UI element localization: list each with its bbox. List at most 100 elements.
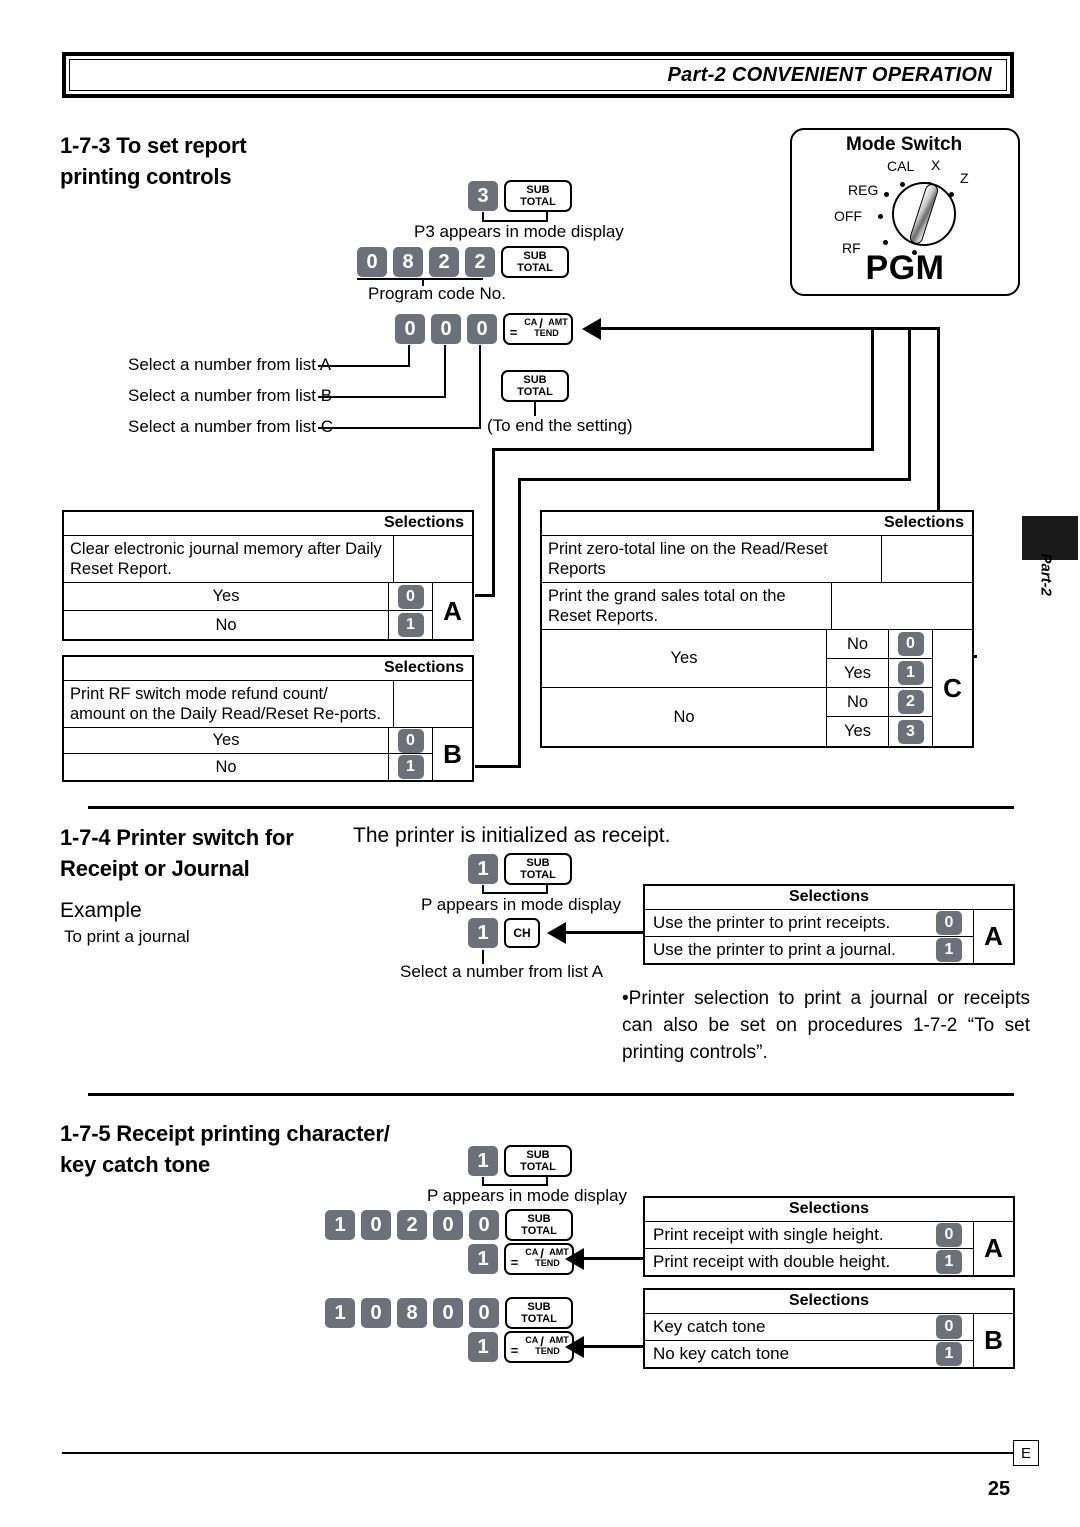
key-digit[interactable]: 1	[468, 1332, 498, 1362]
table-c-spacer	[832, 583, 972, 630]
key-digit: 0	[397, 584, 424, 609]
step-175-2-keys: 1 0 2 0 0 SUB TOTAL	[325, 1209, 573, 1241]
key-digit[interactable]: 1	[468, 854, 498, 884]
key-subtotal[interactable]: SUB TOTAL	[504, 853, 572, 885]
key-digit[interactable]: 0	[469, 1210, 499, 1240]
key-digit[interactable]: 0	[395, 314, 425, 344]
table-row: Use the printer to print a journal. 1	[645, 937, 973, 963]
table-row: Yes 0	[64, 583, 432, 611]
table-c-value-cell: 0	[888, 630, 932, 659]
key-ch[interactable]: CH	[504, 918, 540, 948]
selections-table-174-a: Selections Use the printer to print rece…	[643, 884, 1015, 965]
section-174-heading: 1-7-4 Printer switch for Receipt or Jour…	[60, 825, 294, 881]
mode-dot-off	[878, 214, 883, 219]
key-digit[interactable]: 0	[469, 1298, 499, 1328]
selections-table-175-a: Selections Print receipt with single hei…	[643, 1196, 1015, 1277]
key-digit[interactable]: 0	[467, 314, 497, 344]
mode-dial-knob[interactable]	[908, 182, 940, 246]
section-divider	[88, 806, 1014, 809]
key-digit: 0	[897, 632, 924, 656]
step-174-1-keys: 1 SUB TOTAL	[468, 853, 572, 885]
mode-selected-pgm: PGM	[865, 249, 945, 287]
key-digit[interactable]: 0	[361, 1298, 391, 1328]
mode-label-reg: REG	[848, 182, 879, 198]
key-digit: 1	[397, 755, 424, 779]
table-175a-label: Print receipt with double height.	[653, 1252, 891, 1271]
key-digit[interactable]: 1	[468, 918, 498, 948]
step-173-1-caption: P3 appears in mode display	[414, 222, 624, 241]
key-digit[interactable]: 2	[397, 1210, 427, 1240]
key-subtotal[interactable]: SUB TOTAL	[501, 246, 569, 278]
key-subtotal[interactable]: SUB TOTAL	[504, 180, 572, 212]
key-subtotal[interactable]: SUB TOTAL	[504, 1145, 572, 1177]
key-digit[interactable]: 0	[433, 1210, 463, 1240]
key-digit: 1	[936, 938, 962, 962]
page-header-inner: Part-2 CONVENIENT OPERATION	[69, 59, 1007, 91]
example-text: To print a journal	[64, 927, 190, 946]
leader-line-b	[318, 396, 446, 398]
key-digit: 1	[936, 1342, 962, 1366]
underline	[357, 278, 483, 280]
step-175-1-caption: P appears in mode display	[427, 1186, 628, 1205]
step-173-2-keys: 0 8 2 2 SUB TOTAL	[357, 246, 569, 278]
table-a-answer-label: No	[215, 615, 237, 634]
table-175b-label: Key catch tone	[645, 1314, 925, 1341]
bracket-line	[546, 212, 548, 222]
section-174-note: •Printer selection to print a journal or…	[622, 988, 1030, 1063]
table-174a-label: Use the printer to print receipts.	[645, 910, 925, 937]
key-digit[interactable]: 1	[325, 1298, 355, 1328]
key-digit[interactable]: 0	[431, 314, 461, 344]
table-a-header: Selections	[64, 512, 472, 536]
key-digit[interactable]: 2	[429, 247, 459, 277]
connector-b	[475, 765, 521, 768]
selections-table-175-b: Selections Key catch tone 0 No key catch…	[643, 1288, 1015, 1369]
table-row: No 1	[64, 611, 432, 639]
table-b-value-cell: 1	[388, 754, 432, 780]
bracket-line	[546, 1177, 548, 1186]
table-a-question: Clear electronic journal memory after Da…	[64, 536, 394, 583]
table-175a-letter: A	[973, 1222, 1013, 1275]
table-b-answer-label: No	[215, 757, 237, 776]
connector-b	[908, 328, 911, 480]
key-digit[interactable]: 3	[468, 181, 498, 211]
table-row: Print receipt with double height. 1	[645, 1249, 973, 1275]
key-digit[interactable]: 0	[357, 247, 387, 277]
bracket-line	[482, 892, 548, 894]
key-subtotal[interactable]: SUB TOTAL	[505, 1297, 573, 1329]
key-digit[interactable]: 8	[393, 247, 423, 277]
table-174a-header: Selections	[645, 886, 1013, 910]
key-digit[interactable]: 1	[468, 1244, 498, 1274]
key-ca-amt-tend[interactable]: = CA / AMT TEND	[503, 313, 573, 345]
table-c-value-cell: 3	[888, 717, 932, 746]
connector-b	[518, 478, 521, 768]
table-c-question-2: Print the grand sales total on the Reset…	[542, 583, 832, 630]
mode-label-cal: CAL	[887, 158, 915, 174]
key-digit[interactable]: 8	[397, 1298, 427, 1328]
connector-a	[871, 330, 874, 450]
key-ca-amt-tend[interactable]: = CA / AMT TEND	[504, 1243, 574, 1275]
table-175a-label: Print receipt with single height.	[645, 1222, 925, 1249]
key-ca-amt-tend[interactable]: = CA / AMT TEND	[504, 1331, 574, 1363]
table-row: Yes 0	[64, 728, 432, 754]
connector-arrow-line	[583, 1345, 645, 1348]
key-subtotal[interactable]: SUB TOTAL	[505, 1209, 573, 1241]
page-header-bar: Part-2 CONVENIENT OPERATION	[62, 52, 1014, 98]
table-row: No 1	[64, 754, 432, 780]
table-c-sub-label: Yes	[826, 659, 888, 688]
step-174-1-caption: P appears in mode display	[421, 895, 622, 914]
step-174-2-caption: Select a number from list A	[400, 962, 604, 981]
leader-line-a	[408, 345, 410, 367]
key-digit: 1	[897, 661, 924, 685]
key-subtotal[interactable]: SUB TOTAL	[501, 370, 569, 402]
key-digit[interactable]: 1	[325, 1210, 355, 1240]
key-digit[interactable]: 1	[468, 1146, 498, 1176]
key-digit[interactable]: 0	[433, 1298, 463, 1328]
key-digit[interactable]: 0	[361, 1210, 391, 1240]
key-digit: 1	[936, 1250, 962, 1274]
mode-label-off: OFF	[834, 208, 862, 224]
connector-arrowhead	[565, 1248, 584, 1270]
step-174-2-keys: 1 CH	[468, 918, 540, 948]
table-row: Use the printer to print receipts. 0 Use…	[645, 910, 1013, 963]
mode-dial[interactable]	[892, 182, 956, 246]
key-digit[interactable]: 2	[465, 247, 495, 277]
